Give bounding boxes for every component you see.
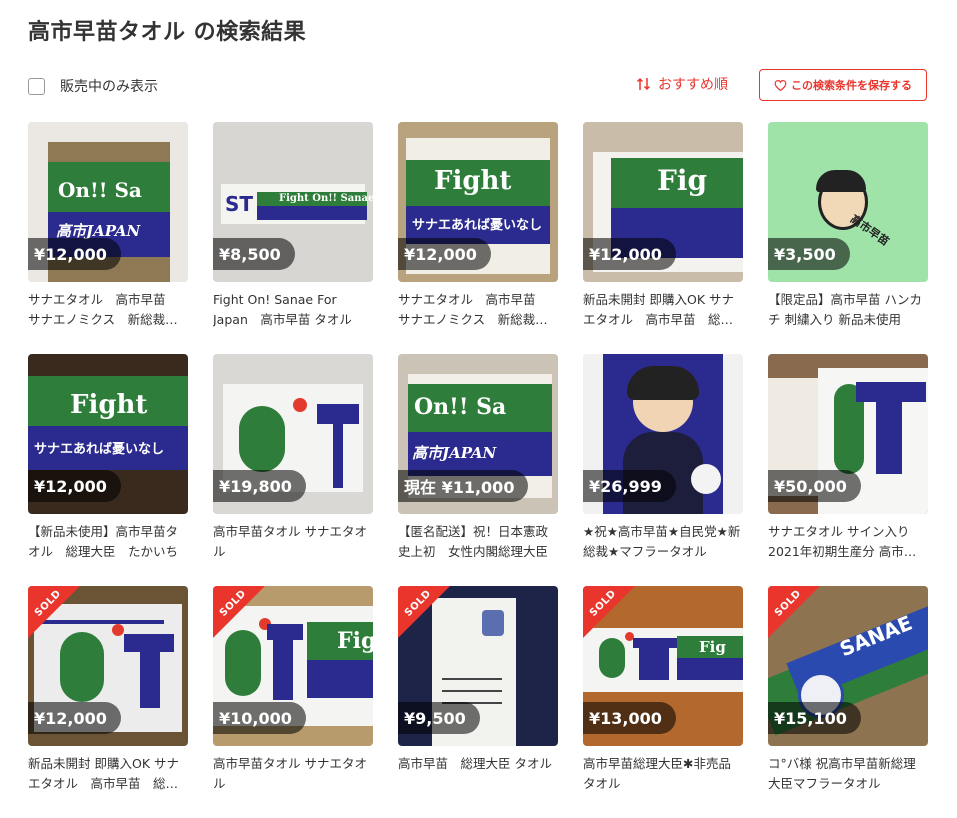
on-sale-only-filter[interactable]: 販売中のみ表示 [28,76,158,96]
towel-print-text: On!! Sa [58,178,142,202]
price-tag: ¥12,000 [28,238,121,270]
item-thumbnail[interactable]: SANAE ¥15,100 SOLD [768,586,928,746]
item-card[interactable]: ¥26,999 ★祝★高市早苗★自民党★新総裁★マフラータオル [583,354,743,586]
item-thumbnail[interactable]: ¥50,000 [768,354,928,514]
item-thumbnail[interactable]: Fight サナエあれば憂いなし ¥12,000 [398,122,558,282]
item-title[interactable]: 高市早苗 総理大臣 タオル [398,754,558,794]
item-card[interactable]: Fig ¥10,000 SOLD 高市早苗タオル サナエタオル [213,586,373,818]
item-thumbnail[interactable]: Fight サナエあれば憂いなし ¥12,000 [28,354,188,514]
item-card[interactable]: On!! Sa 高市JAPAN ¥12,000 サナエタオル 高市早苗 サナエノ… [28,122,188,354]
item-card[interactable]: ST Fight On!! Sanae ¥8,500 Fight On! San… [213,122,373,354]
item-thumbnail[interactable]: ¥26,999 [583,354,743,514]
towel-print-text: Fig [657,164,708,197]
item-card[interactable]: ¥50,000 サナエタオル サイン入り 2021年初期生産分 高市早苗 [768,354,928,586]
price-tag: ¥12,000 [28,470,121,502]
item-card[interactable]: ¥12,000 SOLD 新品未開封 即購入OK サナエタオル 高市早苗 総理大… [28,586,188,818]
on-sale-only-checkbox[interactable] [28,77,45,95]
towel-print-text: Fig [699,638,726,656]
item-thumbnail[interactable]: On!! Sa 高市JAPAN ¥12,000 [28,122,188,282]
towel-print-text: Fig [337,628,373,654]
item-title[interactable]: 【限定品】高市早苗 ハンカチ 刺繍入り 新品未使用 [768,290,928,330]
on-sale-only-label: 販売中のみ表示 [60,79,158,95]
towel-print-text: サナエあれば憂いなし [412,218,543,233]
item-thumbnail[interactable]: Fig ¥10,000 SOLD [213,586,373,746]
save-search-button[interactable]: この検索条件を保存する [759,69,927,101]
item-title[interactable]: 新品未開封 即購入OK サナエタオル 高市早苗 総理大臣 [583,290,743,330]
item-title[interactable]: 高市早苗タオル サナエタオル [213,522,373,562]
heart-icon [774,79,787,91]
price-tag: ¥26,999 [583,470,676,502]
price-tag: ¥19,800 [213,470,306,502]
item-title[interactable]: サナエタオル 高市早苗 サナエノミクス 新総裁 総理大臣 [398,290,558,330]
price-tag: ¥12,000 [28,702,121,734]
towel-print-text: Fight [70,390,148,420]
item-title[interactable]: ★祝★高市早苗★自民党★新総裁★マフラータオル [583,522,743,562]
price-tag: ¥3,500 [768,238,850,270]
towel-print-text: サナエあれば憂いなし [34,442,165,457]
item-card[interactable]: Fig ¥12,000 新品未開封 即購入OK サナエタオル 高市早苗 総理大臣 [583,122,743,354]
item-card[interactable]: Fight サナエあれば憂いなし ¥12,000 サナエタオル 高市早苗 サナエ… [398,122,558,354]
price-tag: ¥12,000 [583,238,676,270]
item-title[interactable]: 【匿名配送】祝！日本憲政史上初 女性内閣総理大臣 [398,522,558,562]
item-title[interactable]: 高市早苗総理大臣✱非売品タオル [583,754,743,794]
item-thumbnail[interactable]: On!! Sa 高市JAPAN 現在 ¥11,000 [398,354,558,514]
item-card[interactable]: ¥9,500 SOLD 高市早苗 総理大臣 タオル [398,586,558,818]
item-title[interactable]: 高市早苗タオル サナエタオル [213,754,373,794]
towel-print-text: Fight [434,166,512,196]
item-card[interactable]: 高市早苗 ¥3,500 【限定品】高市早苗 ハンカチ 刺繍入り 新品未使用 [768,122,928,354]
embroidered-name-text: 高市早苗 [847,212,892,249]
towel-print-text: ST [225,192,254,216]
item-thumbnail[interactable]: Fig ¥12,000 [583,122,743,282]
item-thumbnail[interactable]: ¥9,500 SOLD [398,586,558,746]
item-thumbnail[interactable]: Fig ¥13,000 SOLD [583,586,743,746]
item-card[interactable]: Fight サナエあれば憂いなし ¥12,000 【新品未使用】高市早苗タオル … [28,354,188,586]
price-tag: ¥12,000 [398,238,491,270]
sort-arrows-icon [636,77,651,91]
price-tag: ¥10,000 [213,702,306,734]
price-tag: 現在 ¥11,000 [398,470,529,502]
item-title[interactable]: 【新品未使用】高市早苗タオル 総理大臣 たかいち [28,522,188,562]
price-tag: ¥9,500 [398,702,480,734]
item-title[interactable]: Fight On! Sanae For Japan 高市早苗 タオル [213,290,373,330]
towel-print-text: On!! Sa [414,394,507,420]
item-card[interactable]: SANAE ¥15,100 SOLD コ°バ様 祝高市早苗新総理大臣マフラータオ… [768,586,928,818]
sort-label: おすすめ順 [658,77,728,93]
price-tag: ¥13,000 [583,702,676,734]
page-title: 高市早苗タオル の検索結果 [28,20,307,45]
item-card[interactable]: On!! Sa 高市JAPAN 現在 ¥11,000 【匿名配送】祝！日本憲政史… [398,354,558,586]
towel-print-text: 高市JAPAN [412,444,497,462]
item-title[interactable]: 新品未開封 即購入OK サナエタオル 高市早苗 総理大臣 [28,754,188,794]
item-thumbnail[interactable]: 高市早苗 ¥3,500 [768,122,928,282]
item-title[interactable]: サナエタオル サイン入り 2021年初期生産分 高市早苗 [768,522,928,562]
item-title[interactable]: サナエタオル 高市早苗 サナエノミクス 新総裁 総理大臣 [28,290,188,330]
item-thumbnail[interactable]: ¥19,800 [213,354,373,514]
item-title[interactable]: コ°バ様 祝高市早苗新総理大臣マフラータオル [768,754,928,794]
save-search-label: この検索条件を保存する [791,79,912,92]
item-card[interactable]: ¥19,800 高市早苗タオル サナエタオル [213,354,373,586]
towel-print-text: Fight On!! Sanae [279,193,373,204]
price-tag: ¥15,100 [768,702,861,734]
price-tag: ¥50,000 [768,470,861,502]
item-thumbnail[interactable]: ST Fight On!! Sanae ¥8,500 [213,122,373,282]
item-thumbnail[interactable]: ¥12,000 SOLD [28,586,188,746]
sort-dropdown[interactable]: おすすめ順 [636,74,728,94]
price-tag: ¥8,500 [213,238,295,270]
search-results-grid: On!! Sa 高市JAPAN ¥12,000 サナエタオル 高市早苗 サナエノ… [28,122,928,818]
item-card[interactable]: Fig ¥13,000 SOLD 高市早苗総理大臣✱非売品タオル [583,586,743,818]
